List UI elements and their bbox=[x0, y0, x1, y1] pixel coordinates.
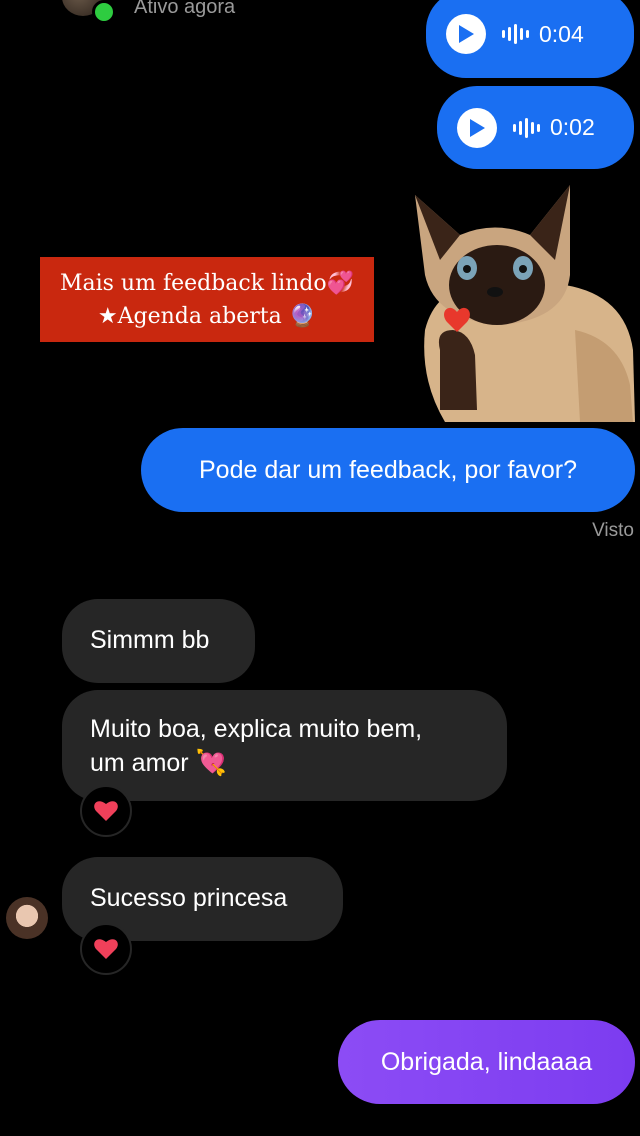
received-message[interactable]: Simmm bb bbox=[62, 599, 255, 683]
received-message[interactable]: Muito boa, explica muito bem, um amor 💘 bbox=[62, 690, 507, 801]
activity-status: Ativo agora bbox=[134, 0, 236, 18]
heart-icon bbox=[94, 801, 118, 821]
voice-message[interactable]: 0:02 bbox=[437, 86, 634, 169]
message-text: Obrigada, lindaaaa bbox=[380, 1047, 593, 1076]
message-text: um amor 💘 bbox=[90, 749, 227, 777]
heart-reaction[interactable] bbox=[80, 785, 132, 837]
voice-message[interactable]: 0:04 bbox=[426, 0, 634, 78]
story-line: Mais um feedback lindo💞 bbox=[59, 271, 355, 296]
heart-icon bbox=[94, 939, 118, 959]
waveform-icon bbox=[502, 24, 529, 44]
play-icon[interactable] bbox=[457, 107, 497, 148]
story-line: ★Agenda aberta 🔮 bbox=[97, 304, 317, 329]
voice-duration: 0:04 bbox=[539, 20, 584, 47]
waveform-icon bbox=[513, 117, 540, 138]
heart-reaction[interactable] bbox=[80, 923, 132, 975]
sent-message[interactable]: Pode dar um feedback, por favor? bbox=[141, 428, 635, 512]
play-icon[interactable] bbox=[446, 14, 486, 54]
message-text: Muito boa, explica muito bem, bbox=[90, 715, 423, 743]
contact-avatar[interactable] bbox=[6, 897, 48, 939]
message-text: Pode dar um feedback, por favor? bbox=[198, 455, 577, 484]
story-text-card: Mais um feedback lindo💞 ★Agenda aberta 🔮 bbox=[40, 257, 374, 342]
online-status-indicator bbox=[92, 0, 116, 24]
message-text: Sucesso princesa bbox=[90, 884, 288, 912]
sent-message[interactable]: Obrigada, lindaaaa bbox=[338, 1020, 635, 1104]
cat-sticker[interactable] bbox=[405, 180, 635, 422]
message-text: Simmm bb bbox=[90, 626, 210, 654]
seen-indicator: Visto bbox=[592, 520, 634, 541]
voice-duration: 0:02 bbox=[550, 114, 595, 140]
